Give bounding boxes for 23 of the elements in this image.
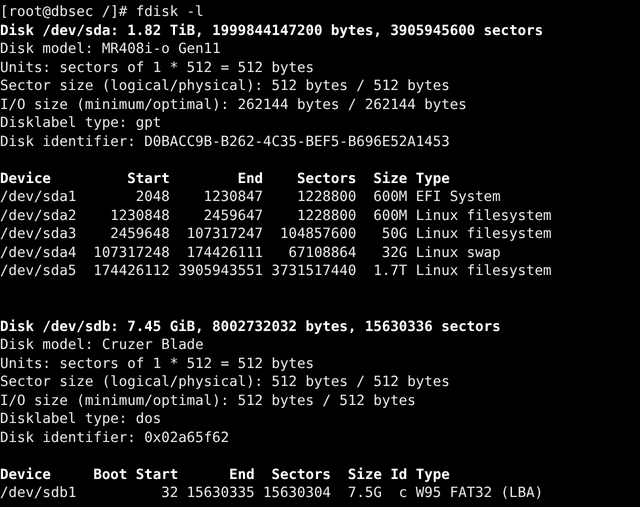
terminal-line: Units: sectors of 1 * 512 = 512 bytes — [0, 356, 314, 372]
terminal-line: /dev/sda4 107317248 174426111 67108864 32G Linux swap — [0, 244, 501, 260]
terminal-line: Sector size (logical/physical): 512 bytes / 512 bytes — [0, 78, 450, 94]
terminal-line: /dev/sda2 1230848 2459647 1228800 600M Linux filesystem — [0, 208, 552, 224]
terminal-line: /dev/sda5 174426112 3905943551 3731517440 1.7T Linux filesystem — [0, 263, 552, 279]
terminal-line: Disk /dev/sda: 1.82 TiB, 1999844147200 bytes, 3905945600 sectors — [0, 22, 544, 38]
terminal-line: Disk /dev/sdb: 7.45 GiB, 8002732032 bytes, 15630336 sectors — [0, 318, 501, 334]
terminal-line: /dev/sda3 2459648 107317247 104857600 50G Linux filesystem — [0, 226, 552, 242]
terminal-line: Disklabel type: gpt — [0, 115, 162, 131]
terminal-line: /dev/sdb1 32 15630335 15630304 7.5G c W95 FAT32 (LBA) — [0, 485, 544, 501]
terminal-line: Device Start End Sectors Size Type — [0, 170, 450, 186]
terminal-line: I/O size (minimum/optimal): 262144 bytes / 262144 bytes — [0, 96, 467, 112]
terminal-line: /dev/sda1 2048 1230847 1228800 600M EFI System — [0, 189, 501, 205]
terminal-line: Disklabel type: dos — [0, 411, 162, 427]
terminal-line: I/O size (minimum/optimal): 512 bytes / 512 bytes — [0, 392, 416, 408]
terminal-line: Disk model: Cruzer Blade — [0, 337, 204, 353]
terminal-line: [root@dbsec /]# fdisk -l — [0, 4, 204, 20]
terminal-line: Sector size (logical/physical): 512 bytes / 512 bytes — [0, 374, 450, 390]
terminal-line: Device Boot Start End Sectors Size Id Type — [0, 466, 450, 482]
terminal-line: Units: sectors of 1 * 512 = 512 bytes — [0, 60, 314, 76]
terminal-line: Disk identifier: 0x02a65f62 — [0, 430, 230, 446]
terminal-line: Disk model: MR408i-o Gen11 — [0, 41, 221, 57]
terminal-line: Disk identifier: D0BACC9B-B262-4C35-BEF5-B696E52A1453 — [0, 134, 450, 150]
